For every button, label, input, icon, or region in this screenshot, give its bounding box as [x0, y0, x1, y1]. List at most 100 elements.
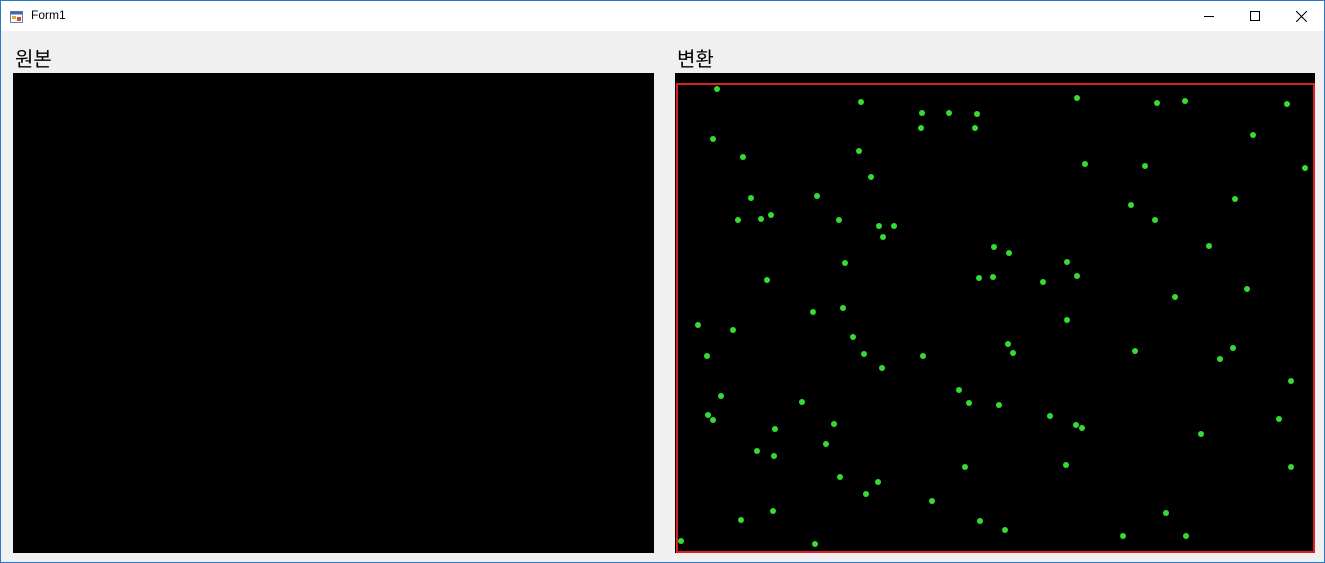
- detected-point: [1230, 345, 1236, 351]
- detected-point: [956, 387, 962, 393]
- detected-points: [678, 86, 1308, 547]
- detected-point: [1132, 348, 1138, 354]
- detected-point: [748, 195, 754, 201]
- detected-point: [1250, 132, 1256, 138]
- detected-point: [1073, 422, 1079, 428]
- detected-point: [1276, 416, 1282, 422]
- detected-point: [1040, 279, 1046, 285]
- detected-point: [758, 216, 764, 222]
- maximize-icon: [1250, 11, 1260, 21]
- detected-point: [1074, 95, 1080, 101]
- detected-point: [962, 464, 968, 470]
- detected-point: [891, 223, 897, 229]
- detected-point: [1128, 202, 1134, 208]
- detected-point: [814, 193, 820, 199]
- detected-point: [1163, 510, 1169, 516]
- detected-point: [974, 111, 980, 117]
- detected-point: [1198, 431, 1204, 437]
- detected-point: [1120, 533, 1126, 539]
- detected-point: [842, 260, 848, 266]
- detected-point: [770, 508, 776, 514]
- detected-point: [810, 309, 816, 315]
- detected-point: [837, 474, 843, 480]
- detected-point: [1064, 317, 1070, 323]
- detected-point: [880, 234, 886, 240]
- detected-point: [710, 136, 716, 142]
- converted-picturebox: [675, 73, 1315, 553]
- detected-point: [1217, 356, 1223, 362]
- detected-point: [1288, 464, 1294, 470]
- detected-point: [740, 154, 746, 160]
- detected-point: [1183, 533, 1189, 539]
- title-bar[interactable]: Form1: [1, 1, 1324, 31]
- detected-point: [1284, 101, 1290, 107]
- detected-point: [823, 441, 829, 447]
- detected-point: [876, 223, 882, 229]
- detected-point: [799, 399, 805, 405]
- detected-point: [1074, 273, 1080, 279]
- detected-point: [714, 86, 720, 92]
- detected-point: [1172, 294, 1178, 300]
- detected-point: [738, 517, 744, 523]
- detected-point: [1010, 350, 1016, 356]
- detected-point: [695, 322, 701, 328]
- detected-point: [856, 148, 862, 154]
- detected-point: [772, 426, 778, 432]
- maximize-button[interactable]: [1232, 1, 1278, 31]
- detected-point: [718, 393, 724, 399]
- detected-point: [929, 498, 935, 504]
- detected-point: [730, 327, 736, 333]
- detected-point: [918, 125, 924, 131]
- detected-point: [678, 538, 684, 544]
- detected-point: [990, 274, 996, 280]
- detected-point: [764, 277, 770, 283]
- detected-point: [1082, 161, 1088, 167]
- detected-point: [840, 305, 846, 311]
- detected-point: [710, 417, 716, 423]
- detected-point: [1142, 163, 1148, 169]
- detected-point: [920, 353, 926, 359]
- detected-point: [1152, 217, 1158, 223]
- detection-frame: [676, 83, 1315, 553]
- detected-point: [1288, 378, 1294, 384]
- converted-label: 변환: [677, 47, 714, 71]
- detected-point: [754, 448, 760, 454]
- form-client-area: 원본 변환: [1, 31, 1324, 562]
- detected-point: [1302, 165, 1308, 171]
- detected-point: [1154, 100, 1160, 106]
- detected-point: [946, 110, 952, 116]
- detected-point: [1079, 425, 1085, 431]
- detected-point: [1182, 98, 1188, 104]
- detected-point: [704, 353, 710, 359]
- detected-point: [919, 110, 925, 116]
- detected-point: [1047, 413, 1053, 419]
- detected-point: [831, 421, 837, 427]
- detected-point: [1005, 341, 1011, 347]
- winforms-app-icon: [10, 9, 24, 23]
- detected-point: [991, 244, 997, 250]
- app-window: Form1 원본 변환: [0, 0, 1325, 563]
- close-button[interactable]: [1278, 1, 1324, 31]
- detected-point: [836, 217, 842, 223]
- detected-point: [1063, 462, 1069, 468]
- detected-point: [768, 212, 774, 218]
- detected-point: [863, 491, 869, 497]
- detected-point: [861, 351, 867, 357]
- minimize-button[interactable]: [1186, 1, 1232, 31]
- detected-point: [996, 402, 1002, 408]
- detected-point: [1244, 286, 1250, 292]
- detected-point: [977, 518, 983, 524]
- detected-point: [1232, 196, 1238, 202]
- detected-point: [1002, 527, 1008, 533]
- converted-image: [676, 83, 1315, 553]
- close-icon: [1295, 10, 1307, 22]
- original-picturebox: [13, 73, 654, 553]
- detected-point: [875, 479, 881, 485]
- window-title: Form1: [31, 8, 66, 22]
- detected-point: [812, 541, 818, 547]
- detected-point: [1064, 259, 1070, 265]
- detected-point: [1206, 243, 1212, 249]
- minimize-icon: [1204, 11, 1214, 21]
- detected-point: [1006, 250, 1012, 256]
- detected-point: [858, 99, 864, 105]
